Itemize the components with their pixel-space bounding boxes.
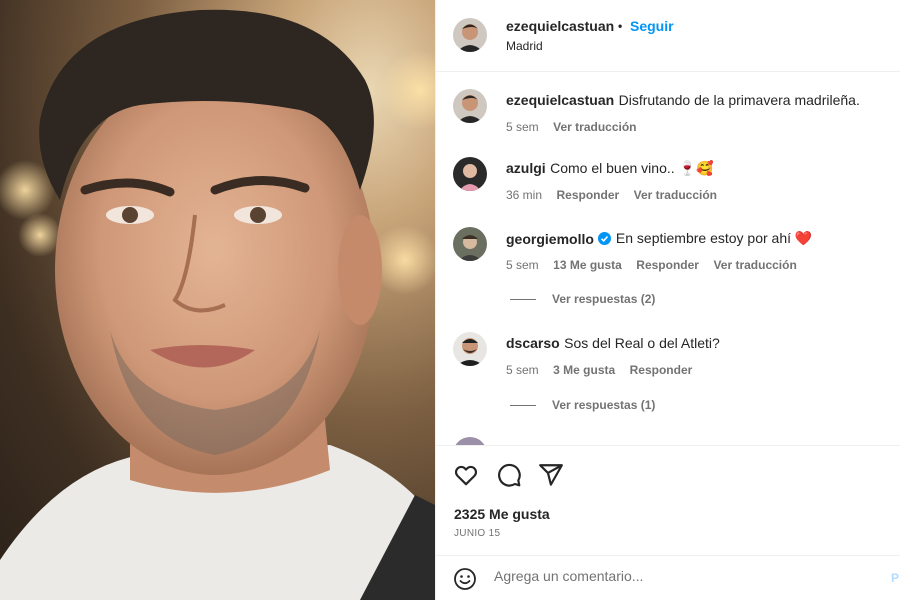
comment-username[interactable]: dscarso: [506, 335, 560, 351]
author-avatar[interactable]: [453, 18, 487, 52]
caption-username[interactable]: ezequielcastuan: [506, 92, 614, 108]
comment-text: Como el buen vino.. 🍷🥰: [550, 160, 714, 176]
post-location[interactable]: Madrid: [506, 39, 543, 53]
comment-input[interactable]: [494, 568, 874, 584]
comment-meta: 5 sem 3 Me gusta Responder: [506, 361, 702, 379]
replies-divider: [510, 298, 536, 300]
comment-body: dscarso Sos del Real o del Atleti?: [506, 335, 720, 353]
comment-avatar[interactable]: [453, 437, 487, 445]
reply-button[interactable]: Responder: [556, 188, 619, 202]
post-date[interactable]: JUNIO 15: [454, 528, 500, 539]
publish-button[interactable]: P: [891, 571, 899, 585]
caption-meta: 5 sem Ver traducción: [506, 118, 647, 136]
emoji-icon[interactable]: [453, 567, 477, 591]
comment-meta: 5 sem 13 Me gusta Responder Ver traducci…: [506, 256, 807, 274]
header-separator: •: [618, 19, 623, 33]
comment-username[interactable]: azulgi: [506, 160, 546, 176]
comment-icon[interactable]: [496, 462, 522, 488]
post-header: ezequielcastuan • Seguir Madrid: [436, 0, 900, 72]
caption-translate-link[interactable]: Ver traducción: [553, 120, 636, 134]
caption-text: Disfrutando de la primavera madrileña.: [618, 92, 860, 108]
post-side-panel: ezequielcastuan • Seguir Madrid ezequiel…: [435, 0, 900, 600]
likes-count[interactable]: 2325 Me gusta: [454, 506, 550, 522]
caption: ezequielcastuan Disfrutando de la primav…: [506, 92, 860, 110]
translate-link[interactable]: Ver traducción: [713, 258, 796, 272]
share-icon[interactable]: [538, 462, 564, 488]
view-replies-label[interactable]: Ver respuestas (2): [552, 292, 655, 306]
comments-list[interactable]: ezequielcastuan Disfrutando de la primav…: [436, 73, 900, 445]
post-actions: 2325 Me gusta JUNIO 15: [436, 445, 900, 555]
verified-badge-icon: [597, 232, 611, 245]
view-replies-label[interactable]: Ver respuestas (1): [552, 398, 655, 412]
comment-body: azulgi Como el buen vino.. 🍷🥰: [506, 160, 713, 178]
follow-button[interactable]: Seguir: [630, 18, 674, 34]
reply-button[interactable]: Responder: [630, 363, 693, 377]
comment-time[interactable]: 36 min: [506, 188, 542, 202]
author-username[interactable]: ezequielcastuan: [506, 18, 614, 34]
comment-avatar[interactable]: [453, 157, 487, 191]
comment-meta: 36 min Responder Ver traducción: [506, 186, 727, 204]
comment-body: georgiemollo En septiembre estoy por ahí…: [506, 230, 812, 247]
comment-text: En septiembre estoy por ahí ❤️: [615, 230, 813, 246]
comment-avatar[interactable]: [453, 227, 487, 261]
reply-button[interactable]: Responder: [636, 258, 699, 272]
caption-time[interactable]: 5 sem: [506, 120, 539, 134]
comment-text: Sos del Real o del Atleti?: [564, 335, 720, 351]
heart-icon[interactable]: [453, 462, 479, 488]
comment-avatar[interactable]: [453, 332, 487, 366]
add-comment-bar: P: [436, 555, 900, 600]
comment-time[interactable]: 5 sem: [506, 363, 539, 377]
view-replies-button[interactable]: Ver respuestas (2): [510, 292, 655, 306]
comment-likes[interactable]: 3 Me gusta: [553, 363, 615, 377]
portrait-image: [0, 9, 435, 600]
comment-username[interactable]: georgiemollo: [506, 231, 594, 247]
comment-time[interactable]: 5 sem: [506, 258, 539, 272]
caption-avatar[interactable]: [453, 89, 487, 123]
replies-divider: [510, 404, 536, 406]
comment-likes[interactable]: 13 Me gusta: [553, 258, 622, 272]
view-replies-button[interactable]: Ver respuestas (1): [510, 398, 655, 412]
post-photo[interactable]: [0, 0, 435, 600]
translate-link[interactable]: Ver traducción: [634, 188, 717, 202]
